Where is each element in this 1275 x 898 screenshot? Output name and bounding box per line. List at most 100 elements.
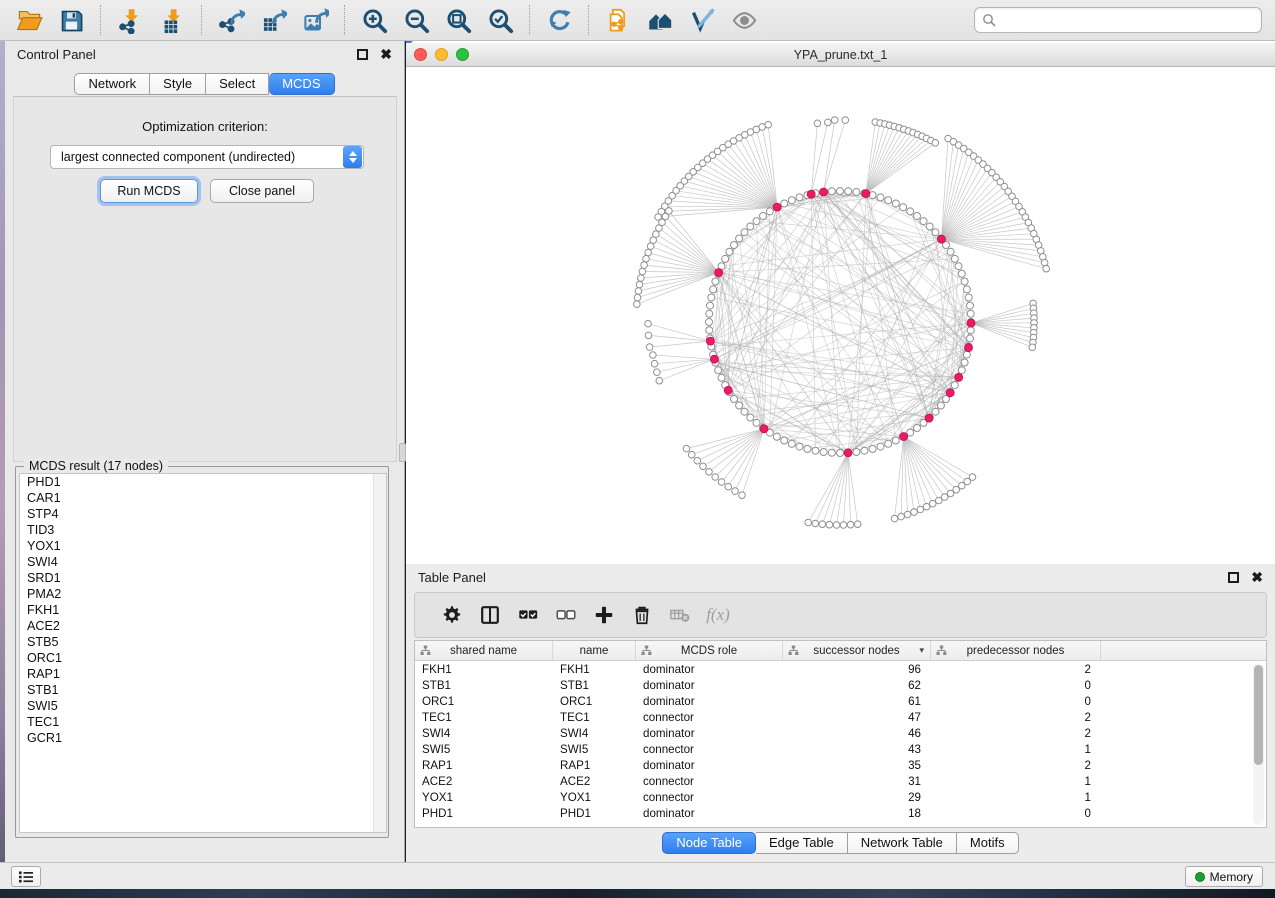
column-label: MCDS role	[681, 645, 737, 657]
first-neighbors-button[interactable]	[639, 3, 681, 37]
cell: 0	[931, 695, 1101, 708]
result-node-item[interactable]: ACE2	[20, 618, 386, 634]
close-panel-icon[interactable]: ✖	[380, 49, 392, 60]
delete-table-icon	[669, 604, 691, 626]
cell: 47	[783, 711, 931, 724]
tab-node-table[interactable]: Node Table	[662, 832, 756, 854]
memory-button[interactable]: Memory	[1185, 866, 1263, 887]
result-node-item[interactable]: STP4	[20, 506, 386, 522]
table-row[interactable]: TEC1TEC1connector472	[415, 709, 1266, 725]
clone-network-button[interactable]	[597, 3, 639, 37]
table-row[interactable]: PHD1PHD1dominator180	[415, 805, 1266, 821]
tab-network[interactable]: Network	[74, 73, 150, 95]
result-node-item[interactable]: TID3	[20, 522, 386, 538]
table-row[interactable]: YOX1YOX1connector291	[415, 789, 1266, 805]
cell: 43	[783, 743, 931, 756]
zoom-fit-button[interactable]	[437, 3, 479, 37]
export-table-button[interactable]	[252, 3, 294, 37]
deselect-all-button[interactable]	[547, 597, 585, 633]
result-node-item[interactable]: GCR1	[20, 730, 386, 746]
sort-chevron-icon[interactable]: ▾	[919, 645, 924, 656]
column-label: name	[580, 645, 609, 657]
cell: STB1	[553, 679, 636, 692]
close-table-panel-icon[interactable]: ✖	[1251, 572, 1263, 583]
column-header-predecessor-nodes[interactable]: predecessor nodes	[931, 641, 1101, 660]
zoom-in-button[interactable]	[353, 3, 395, 37]
search-input[interactable]	[996, 13, 1261, 27]
result-node-item[interactable]: RAP1	[20, 666, 386, 682]
refresh-button[interactable]	[538, 3, 580, 37]
result-node-item[interactable]: FKH1	[20, 602, 386, 618]
columns-icon	[479, 604, 501, 626]
task-history-button[interactable]	[11, 866, 41, 887]
add-column-button[interactable]	[585, 597, 623, 633]
open-file-button[interactable]	[8, 3, 50, 37]
toolbar-group	[345, 0, 529, 40]
table-row[interactable]: SWI5SWI5connector431	[415, 741, 1266, 757]
panel-splitter-handle[interactable]	[399, 443, 406, 462]
run-mcds-button[interactable]: Run MCDS	[100, 179, 198, 203]
float-panel-icon[interactable]	[357, 49, 368, 60]
tab-mcds[interactable]: MCDS	[269, 73, 334, 95]
table-row[interactable]: STB1STB1dominator620	[415, 677, 1266, 693]
select-all-button[interactable]	[509, 597, 547, 633]
result-node-item[interactable]: PHD1	[20, 474, 386, 490]
result-node-item[interactable]: CAR1	[20, 490, 386, 506]
close-panel-button[interactable]: Close panel	[210, 179, 314, 203]
column-header-MCDS-role[interactable]: MCDS role	[636, 641, 783, 660]
table-row[interactable]: FKH1FKH1dominator962	[415, 661, 1266, 677]
cell: STB1	[415, 679, 553, 692]
result-scrollbar[interactable]	[373, 474, 386, 832]
gear-button[interactable]	[433, 597, 471, 633]
cell: dominator	[636, 663, 783, 676]
result-node-item[interactable]: SRD1	[20, 570, 386, 586]
result-node-item[interactable]: SWI4	[20, 554, 386, 570]
search-input-wrap[interactable]	[974, 7, 1262, 33]
result-node-item[interactable]: SWI5	[20, 698, 386, 714]
table-row[interactable]: RAP1RAP1dominator352	[415, 757, 1266, 773]
cell: YOX1	[415, 791, 553, 804]
result-node-item[interactable]: TEC1	[20, 714, 386, 730]
table-row[interactable]: ORC1ORC1dominator610	[415, 693, 1266, 709]
network-graph[interactable]	[406, 67, 1275, 564]
table-row[interactable]: SWI4SWI4dominator462	[415, 725, 1266, 741]
cell: 35	[783, 759, 931, 772]
network-window-titlebar[interactable]: YPA_prune.txt_1	[406, 43, 1275, 67]
result-node-item[interactable]: PMA2	[20, 586, 386, 602]
columns-button[interactable]	[471, 597, 509, 633]
export-image-button[interactable]	[294, 3, 336, 37]
result-node-item[interactable]: STB5	[20, 634, 386, 650]
mcds-result-list[interactable]: PHD1CAR1STP4TID3YOX1SWI4SRD1PMA2FKH1ACE2…	[19, 473, 387, 833]
float-table-panel-icon[interactable]	[1228, 572, 1239, 583]
cell: ACE2	[415, 775, 553, 788]
delete-column-button[interactable]	[623, 597, 661, 633]
zoom-selected-button[interactable]	[479, 3, 521, 37]
tab-style[interactable]: Style	[150, 73, 206, 95]
zoom-out-button[interactable]	[395, 3, 437, 37]
export-network-button[interactable]	[210, 3, 252, 37]
import-table-button[interactable]	[151, 3, 193, 37]
result-node-item[interactable]: YOX1	[20, 538, 386, 554]
deselect-all-icon	[555, 604, 577, 626]
cell: dominator	[636, 679, 783, 692]
graphics-details-button[interactable]	[681, 3, 723, 37]
table-scrollbar[interactable]	[1253, 663, 1264, 825]
column-header-successor-nodes[interactable]: successor nodes▾	[783, 641, 931, 660]
tab-select[interactable]: Select	[206, 73, 269, 95]
cell: 18	[783, 807, 931, 820]
network-canvas[interactable]	[406, 67, 1275, 564]
cell: dominator	[636, 807, 783, 820]
column-header-shared-name[interactable]: shared name	[415, 641, 553, 660]
result-node-item[interactable]: STB1	[20, 682, 386, 698]
tab-network-table[interactable]: Network Table	[848, 832, 957, 854]
table-row[interactable]: ACE2ACE2connector311	[415, 773, 1266, 789]
import-network-button[interactable]	[109, 3, 151, 37]
column-header-name[interactable]: name	[553, 641, 636, 660]
tab-motifs[interactable]: Motifs	[957, 832, 1019, 854]
eye-button[interactable]	[723, 3, 765, 37]
save-session-button[interactable]	[50, 3, 92, 37]
tab-edge-table[interactable]: Edge Table	[756, 832, 848, 854]
table-scrollbar-thumb[interactable]	[1254, 665, 1263, 765]
criterion-select[interactable]: largest connected component (undirected)	[50, 145, 364, 169]
result-node-item[interactable]: ORC1	[20, 650, 386, 666]
